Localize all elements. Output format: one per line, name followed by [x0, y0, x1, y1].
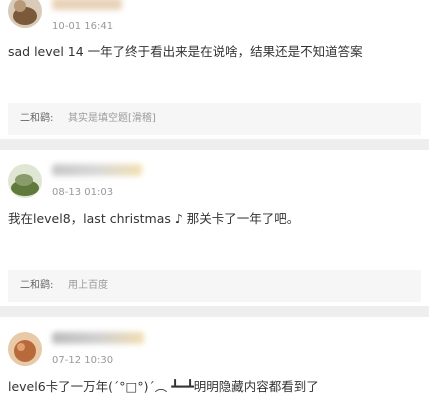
avatar[interactable] — [8, 332, 42, 366]
comment-text: sad level 14 一年了终于看出来是在说啥，结果还是不知道答案 — [8, 44, 363, 59]
reply-text: 用上百度 — [68, 280, 108, 291]
timestamp: 07-12 10:30 — [52, 355, 114, 366]
reply-box: 二和鹞: 其实是填空题[滑稽] — [8, 103, 421, 135]
timestamp: 10-01 16:41 — [52, 21, 114, 32]
username[interactable] — [52, 164, 142, 176]
username[interactable] — [52, 0, 122, 10]
timestamp: 08-13 01:03 — [52, 187, 114, 198]
reply-text: 其实是填空题[滑稽] — [68, 113, 156, 124]
comment-card: 07-12 10:30 level6卡了一万年(ˊ°□°)ˊ︵ ┻━┻明明隐藏内… — [0, 317, 429, 401]
reply-author[interactable]: 二和鹞: — [20, 112, 53, 126]
reply-box: 二和鹞: 用上百度 — [8, 270, 421, 302]
comment-text: level6卡了一万年(ˊ°□°)ˊ︵ ┻━┻明明隐藏内容都看到了 — [8, 379, 319, 394]
comment-text: 我在level8，last christmas ♪ 那关卡了一年了吧。 — [8, 211, 300, 226]
comment-card: 10-01 16:41 sad level 14 一年了终于看出来是在说啥，结果… — [0, 0, 429, 139]
reply-author[interactable]: 二和鹞: — [20, 279, 53, 293]
comment-card: 08-13 01:03 我在level8，last christmas ♪ 那关… — [0, 150, 429, 306]
username[interactable] — [52, 332, 144, 344]
avatar[interactable] — [8, 0, 42, 28]
avatar[interactable] — [8, 164, 42, 198]
